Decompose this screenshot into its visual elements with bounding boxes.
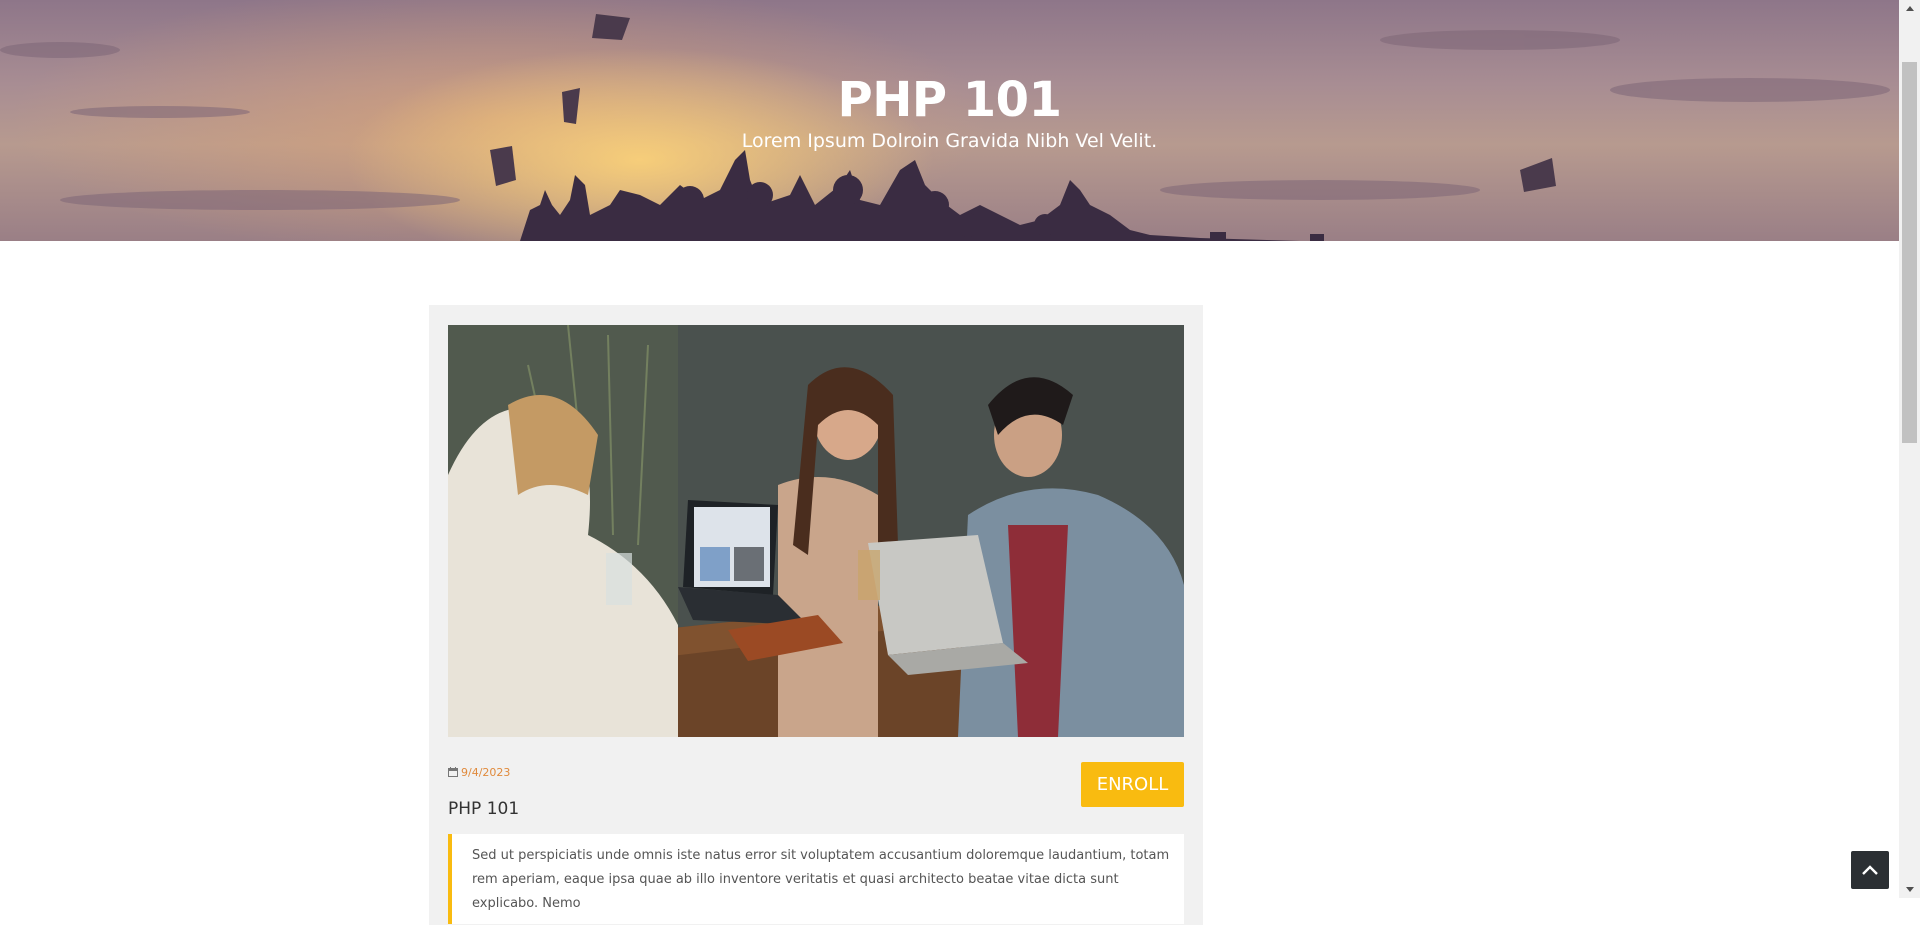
hero-banner: PHP 101 Lorem Ipsum Dolroin Gravida Nibh…	[0, 0, 1899, 241]
course-description: Sed ut perspiciatis unde omnis iste natu…	[448, 834, 1184, 924]
arrow-up-icon[interactable]	[1899, 0, 1920, 17]
course-photo-illustration	[448, 325, 1184, 737]
back-to-top-button[interactable]	[1851, 851, 1889, 889]
arrow-down-icon[interactable]	[1899, 881, 1920, 898]
course-date-text: 9/4/2023	[461, 766, 511, 779]
scrollbar-thumb[interactable]	[1902, 62, 1917, 443]
vertical-scrollbar[interactable]	[1899, 0, 1920, 898]
course-title: PHP 101	[448, 799, 520, 819]
page-subtitle: Lorem Ipsum Dolroin Gravida Nibh Vel Vel…	[741, 130, 1158, 152]
course-image	[448, 325, 1184, 737]
course-card: 9/4/2023 ENROLL PHP 101 Sed ut perspicia…	[429, 305, 1203, 925]
enroll-button[interactable]: ENROLL	[1081, 762, 1184, 807]
course-date: 9/4/2023	[448, 766, 510, 780]
chevron-up-icon	[1862, 865, 1878, 875]
page-title: PHP 101	[837, 72, 1062, 128]
calendar-icon	[448, 767, 458, 780]
